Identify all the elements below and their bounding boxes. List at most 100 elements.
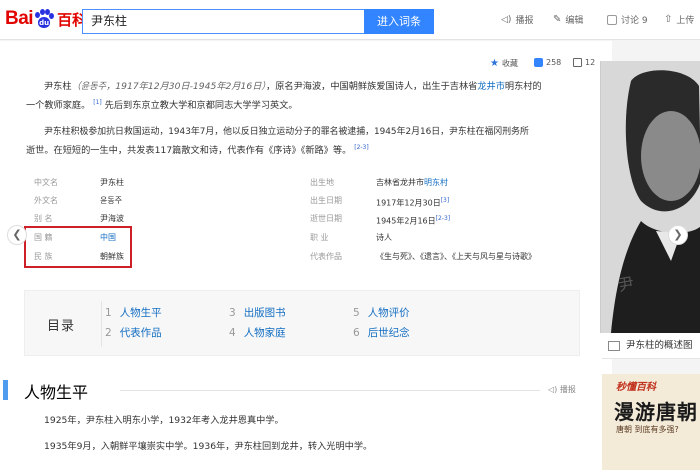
share-icon <box>573 58 582 67</box>
section-title: 人物生平 <box>24 383 89 402</box>
info-key: 出生日期 <box>310 196 342 205</box>
intro-name: 尹东柱 <box>44 81 72 92</box>
prev-arrow-button[interactable]: ❮ <box>7 225 27 245</box>
section-divider <box>120 390 540 391</box>
info-value: 윤동주 <box>100 196 123 205</box>
info-value-text: 1917年12月30日 <box>376 198 441 208</box>
collect-label: 收藏 <box>501 59 518 68</box>
info-value-text: 1945年2月16日 <box>376 216 436 226</box>
search-input[interactable]: 尹东柱 <box>82 9 365 34</box>
longjing-link[interactable]: 龙井市 <box>477 81 505 92</box>
edit-icon: ✎ <box>553 14 562 25</box>
info-key: 职 业 <box>310 233 329 242</box>
intro-lifespan: （윤동주，1917年12月30日-1945年2月16日） <box>71 81 267 92</box>
toc-num: 1 <box>105 307 112 319</box>
reference-sup[interactable]: [2-3] <box>436 215 450 222</box>
toc-item[interactable]: 2 代表作品 <box>105 325 162 340</box>
intro-text: 逝世。在短短的一生中，共发表117篇散文和诗，代表作有《序诗》《新路》等。 <box>26 145 352 157</box>
photo-caption[interactable]: 尹东柱的概述图 <box>602 333 700 359</box>
intro-text: ，原名尹海波，中国朝鲜族爱国诗人，出生于吉林省 <box>266 81 478 92</box>
toc-item[interactable]: 5 人物评价 <box>353 305 410 320</box>
toc-label: 人物家庭 <box>243 327 286 339</box>
toc-label: 出版图书 <box>243 307 286 319</box>
discuss-icon <box>607 14 617 25</box>
upload-icon: ⇧ <box>664 14 673 25</box>
intro-paragraph-2: 尹东柱积极参加抗日救国运动，1943年7月，他以反日独立运动分子的罪名被逮捕，1… <box>26 124 586 159</box>
baidu-baike-logo[interactable]: Bai du 百科 <box>5 6 87 32</box>
toc-label: 代表作品 <box>119 327 162 339</box>
chevron-left-icon: ❮ <box>12 228 22 241</box>
nav-discuss-label: 讨论 9 <box>621 16 648 26</box>
top-bar: Bai du 百科 尹东柱 进入词条 ◁) 播报 ✎ 编辑 讨论 9 ⇧ 上传 <box>0 0 700 40</box>
toc-item[interactable]: 4 人物家庭 <box>229 325 286 340</box>
info-key: 代表作品 <box>310 252 342 261</box>
section-header: 人物生平 ◁) 播报 <box>0 378 612 404</box>
info-value: 1945年2月16日[2-3] <box>376 210 526 231</box>
nav-upload[interactable]: ⇧ 上传 <box>664 13 694 26</box>
toc-num: 4 <box>229 327 236 339</box>
toc-num: 3 <box>229 307 236 319</box>
toc-num: 5 <box>353 307 360 319</box>
picture-icon <box>608 341 620 351</box>
highlight-box <box>24 226 132 268</box>
info-key: 出生地 <box>310 178 334 187</box>
thumbs-up-icon <box>534 58 543 67</box>
collect-button[interactable]: ★ 收藏 <box>490 58 518 69</box>
chevron-right-icon: ❯ <box>673 228 683 241</box>
logo-bai-text: Bai <box>5 8 34 29</box>
section-paragraph: 1935年9月，入朝鲜平壤崇实中学。1936年，尹东柱回到龙井，转入光明中学。 <box>44 441 373 452</box>
intro-paragraph-1: 尹东柱（윤동주，1917年12月30日-1945年2月16日），原名尹海波，中国… <box>26 79 586 114</box>
photo-caption-text: 尹东柱的概述图 <box>626 340 693 351</box>
like-count: 258 <box>546 58 562 67</box>
nav-edit[interactable]: ✎ 编辑 <box>553 13 583 26</box>
toc-title: 目录 <box>47 319 76 334</box>
like-button[interactable]: 258 <box>534 58 561 67</box>
section-play-label: 播报 <box>559 385 576 394</box>
share-button[interactable]: 12 <box>573 58 595 67</box>
promo-brand: 秒懂百科 <box>616 382 656 393</box>
search-button[interactable]: 进入词条 <box>364 9 434 34</box>
info-key: 逝世日期 <box>310 214 342 223</box>
svg-text:尹: 尹 <box>616 273 635 294</box>
info-value: 吉林省龙井市明东村 <box>376 174 526 192</box>
info-value-text: 吉林省龙井市 <box>376 178 424 187</box>
promo-banner[interactable]: 秒懂百科 漫游唐朝 唐朝 到底有多强? <box>602 374 700 470</box>
nav-edit-label: 编辑 <box>565 16 584 26</box>
next-arrow-button[interactable]: ❯ <box>668 225 688 245</box>
info-value: 尹东柱 <box>100 178 124 187</box>
reference-sup[interactable]: [3] <box>441 197 450 204</box>
info-key: 外文名 <box>34 196 58 205</box>
nav-upload-label: 上传 <box>676 16 695 26</box>
info-value: 《生与死》、《遗言》、《上天与风与星与诗歌》 <box>376 252 536 261</box>
toc-item[interactable]: 3 出版图书 <box>229 305 286 320</box>
toc-item[interactable]: 1 人物生平 <box>105 305 162 320</box>
promo-subtitle: 唐朝 到底有多强? <box>616 425 679 434</box>
nav-play-label: 播报 <box>515 16 534 26</box>
promo-title: 漫游唐朝 <box>614 400 698 424</box>
intro-text: 明东村的 <box>504 81 542 92</box>
mingdong-link[interactable]: 明东村 <box>424 178 448 187</box>
toc-item[interactable]: 6 后世纪念 <box>353 325 410 340</box>
intro-text: 先后到东京立教大学和京都同志大学学习英文。 <box>104 100 298 112</box>
reference-sup[interactable]: [2-3] <box>354 144 368 151</box>
nav-play[interactable]: ◁) 播报 <box>501 13 534 27</box>
share-count: 12 <box>585 58 596 67</box>
toc-num: 6 <box>353 327 360 339</box>
info-value: 诗人 <box>376 233 392 242</box>
info-key: 中文名 <box>34 178 58 187</box>
reference-sup[interactable]: [1] <box>93 99 102 106</box>
portrait-photo[interactable]: 尹 <box>600 61 700 333</box>
toc-label: 后世纪念 <box>367 327 410 339</box>
intro-text: 一个教师家庭。 <box>26 100 91 112</box>
section-play-button[interactable]: ◁) 播报 <box>548 384 576 395</box>
play-icon: ◁) <box>501 14 512 25</box>
table-of-contents: 目录 1 人物生平 2 代表作品 3 出版图书 4 人物家庭 5 人物评价 6 后世纪念 <box>24 290 580 356</box>
speaker-icon: ◁) <box>548 385 558 394</box>
toc-num: 2 <box>105 327 112 339</box>
nav-discuss[interactable]: 讨论 9 <box>607 13 648 26</box>
toc-label: 人物生平 <box>119 307 162 319</box>
toc-divider <box>101 301 102 347</box>
section-paragraph: 1925年，尹东柱入明东小学，1932年考入龙井恩真中学。 <box>44 415 284 426</box>
toc-label: 人物评价 <box>367 307 410 319</box>
star-icon: ★ <box>490 58 499 69</box>
